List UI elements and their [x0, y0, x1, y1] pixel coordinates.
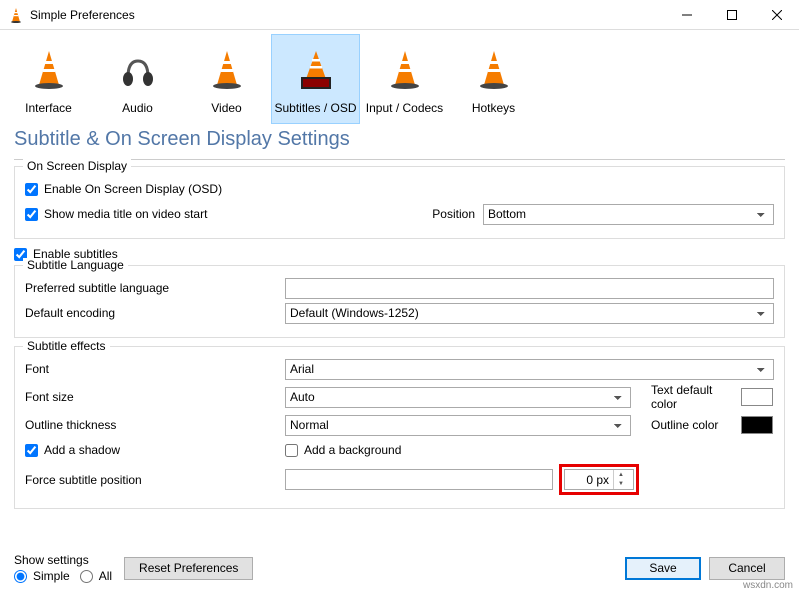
- checkbox[interactable]: [285, 444, 298, 457]
- force-position-highlight: ▲ ▼: [559, 464, 639, 495]
- cone-icon: [29, 49, 69, 91]
- font-size-select[interactable]: Auto: [285, 387, 631, 408]
- close-button[interactable]: [754, 0, 799, 30]
- spinner-input[interactable]: [565, 470, 613, 489]
- save-button[interactable]: Save: [625, 557, 701, 580]
- watermark: wsxdn.com: [743, 580, 793, 591]
- text-color-label: Text default color: [651, 383, 741, 411]
- cancel-button[interactable]: Cancel: [709, 557, 785, 580]
- checkbox[interactable]: [25, 208, 38, 221]
- outline-label: Outline thickness: [25, 418, 285, 432]
- checkbox-label: Add a shadow: [44, 443, 120, 457]
- group-title: Subtitle Language: [23, 258, 128, 272]
- group-title: On Screen Display: [23, 159, 131, 173]
- shadow-checkbox[interactable]: Add a shadow: [25, 443, 285, 457]
- mode-simple-radio[interactable]: Simple: [14, 569, 70, 583]
- spinner-up-icon[interactable]: ▲: [614, 470, 628, 480]
- tab-label: Hotkeys: [472, 101, 515, 115]
- tab-hotkeys[interactable]: Hotkeys: [449, 34, 538, 124]
- outline-color-swatch[interactable]: [741, 416, 773, 434]
- maximize-button[interactable]: [709, 0, 754, 30]
- enable-osd-checkbox[interactable]: Enable On Screen Display (OSD): [25, 178, 774, 200]
- font-label: Font: [25, 362, 285, 376]
- checkbox[interactable]: [25, 444, 38, 457]
- tab-input-codecs[interactable]: Input / Codecs: [360, 34, 449, 124]
- cone-clapper-icon: [291, 49, 341, 91]
- text-color-swatch[interactable]: [741, 388, 773, 406]
- tab-label: Subtitles / OSD: [274, 101, 356, 115]
- footer: Show settings Simple All Reset Preferenc…: [0, 547, 799, 589]
- tab-audio[interactable]: Audio: [93, 34, 182, 124]
- show-settings: Show settings Simple All: [14, 553, 112, 583]
- checkbox[interactable]: [25, 183, 38, 196]
- tab-interface[interactable]: Interface: [4, 34, 93, 124]
- cone-icon: [207, 49, 247, 91]
- tab-subtitles-osd[interactable]: Subtitles / OSD: [271, 34, 360, 124]
- tab-label: Video: [211, 101, 241, 115]
- force-position-spinner[interactable]: ▲ ▼: [564, 469, 634, 490]
- outline-select[interactable]: Normal: [285, 415, 631, 436]
- outline-color-label: Outline color: [651, 418, 741, 432]
- tab-label: Audio: [122, 101, 153, 115]
- preferred-lang-label: Preferred subtitle language: [25, 281, 285, 295]
- checkbox-label: Show media title on video start: [44, 207, 207, 221]
- tab-video[interactable]: Video: [182, 34, 271, 124]
- app-icon: [8, 7, 24, 23]
- force-position-label: Force subtitle position: [25, 473, 285, 487]
- group-osd: On Screen Display Enable On Screen Displ…: [14, 166, 785, 239]
- checkbox-label: Enable On Screen Display (OSD): [44, 182, 222, 196]
- position-select[interactable]: Bottom: [483, 204, 774, 225]
- force-position-text[interactable]: [285, 469, 553, 490]
- tab-label: Input / Codecs: [366, 101, 443, 115]
- show-title-checkbox[interactable]: Show media title on video start: [25, 207, 425, 221]
- headphones-icon: [118, 49, 158, 91]
- category-toolbar: Interface Audio Video Subtitles / OSD In…: [0, 30, 799, 124]
- mode-all-radio[interactable]: All: [80, 569, 112, 583]
- spinner-down-icon[interactable]: ▼: [614, 480, 628, 490]
- cone-icon: [385, 49, 425, 91]
- page-title: Subtitle & On Screen Display Settings: [0, 124, 799, 159]
- font-select[interactable]: Arial: [285, 359, 774, 380]
- window-title: Simple Preferences: [30, 8, 664, 22]
- background-checkbox[interactable]: Add a background: [285, 443, 401, 457]
- reset-button[interactable]: Reset Preferences: [124, 557, 253, 580]
- show-settings-label: Show settings: [14, 553, 112, 567]
- preferred-lang-input[interactable]: [285, 278, 774, 299]
- group-effects: Subtitle effects Font Arial Font size Au…: [14, 346, 785, 509]
- font-size-label: Font size: [25, 390, 285, 404]
- enable-subtitles-checkbox[interactable]: Enable subtitles: [14, 247, 785, 261]
- encoding-select[interactable]: Default (Windows-1252): [285, 303, 774, 324]
- checkbox-label: Add a background: [304, 443, 401, 457]
- tab-label: Interface: [25, 101, 72, 115]
- titlebar: Simple Preferences: [0, 0, 799, 30]
- minimize-button[interactable]: [664, 0, 709, 30]
- group-language: Subtitle Language Preferred subtitle lan…: [14, 265, 785, 338]
- position-label: Position: [425, 207, 475, 221]
- encoding-label: Default encoding: [25, 306, 285, 320]
- cone-icon: [474, 49, 514, 91]
- group-title: Subtitle effects: [23, 339, 110, 353]
